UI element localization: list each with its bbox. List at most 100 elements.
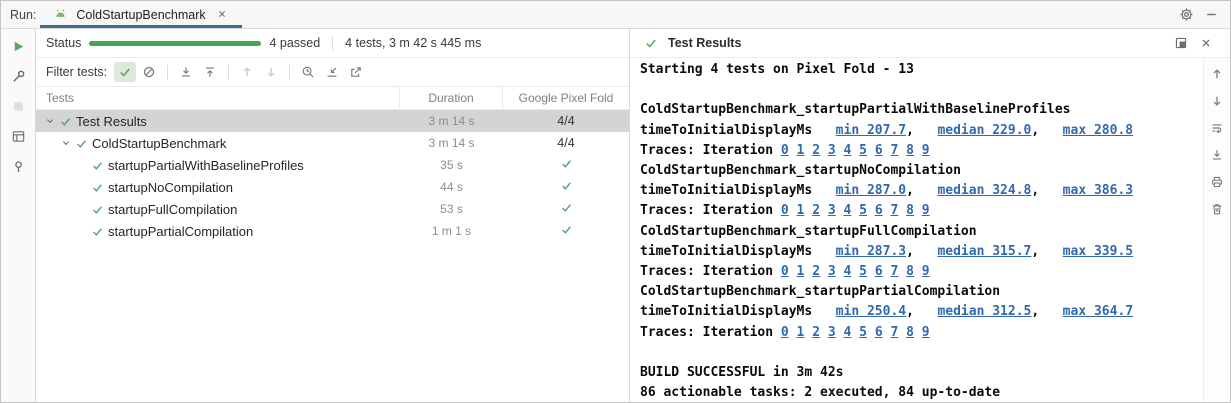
console-link[interactable]: 0 (781, 264, 789, 279)
test-name: startupPartialCompilation (108, 224, 253, 239)
console-link[interactable]: 2 (812, 203, 820, 218)
console-link[interactable]: 0 (781, 325, 789, 340)
test-tree-row[interactable]: startupFullCompilation 53 s (36, 198, 629, 220)
hide-icon[interactable] (1200, 5, 1222, 25)
console-text: Traces: Iteration (640, 203, 781, 218)
soft-wrap-icon[interactable] (1206, 118, 1228, 138)
console-link[interactable]: 9 (922, 143, 930, 158)
console-link[interactable]: 8 (906, 203, 914, 218)
console-link[interactable]: 0 (781, 203, 789, 218)
console-link[interactable]: 8 (906, 325, 914, 340)
pin-icon[interactable] (7, 156, 29, 176)
console-link[interactable]: 5 (859, 203, 867, 218)
scroll-up-icon[interactable] (1206, 64, 1228, 84)
console-link[interactable]: min 250.4 (836, 304, 906, 319)
console-link[interactable]: max 280.8 (1063, 123, 1133, 138)
console-link[interactable]: 9 (922, 325, 930, 340)
console-link[interactable]: median 312.5 (937, 304, 1031, 319)
status-bar: Status 4 passed 4 tests, 3 m 42 s 445 ms (36, 29, 629, 58)
rerun-icon[interactable] (7, 36, 29, 56)
console-link[interactable]: 8 (906, 143, 914, 158)
console-link[interactable]: 3 (828, 264, 836, 279)
test-duration: 44 s (400, 180, 503, 194)
console-link[interactable]: max 386.3 (1063, 183, 1133, 198)
test-tree-row[interactable]: ColdStartupBenchmark3 m 14 s4/4 (36, 132, 629, 154)
console-line (640, 343, 1203, 363)
console-link[interactable]: 6 (875, 264, 883, 279)
console-text (898, 203, 906, 218)
test-tree-row[interactable]: startupNoCompilation44 s (36, 176, 629, 198)
show-passed-icon[interactable] (114, 62, 136, 82)
console-status-slot (640, 33, 662, 53)
console-link[interactable]: min 287.3 (836, 244, 906, 259)
console-line: Traces: Iteration 0 1 2 3 4 5 6 7 8 9 (640, 262, 1203, 282)
console-link[interactable]: min 287.0 (836, 183, 906, 198)
console-link[interactable]: 3 (828, 143, 836, 158)
console-link[interactable]: 6 (875, 325, 883, 340)
test-tree-row[interactable]: Test Results3 m 14 s4/4 (36, 110, 629, 132)
export-results-icon[interactable] (345, 62, 367, 82)
test-tree-row[interactable]: startupPartialCompilation1 m 1 s (36, 220, 629, 242)
console-link[interactable]: 9 (922, 264, 930, 279)
console-output[interactable]: Starting 4 tests on Pixel Fold - 13 Cold… (630, 58, 1203, 402)
build-icon[interactable] (7, 66, 29, 86)
console-link[interactable]: max 364.7 (1063, 304, 1133, 319)
test-name-cell: startupPartialWithBaselineProfiles (36, 158, 400, 173)
console-text: Starting 4 tests on Pixel Fold - 13 (640, 62, 914, 77)
test-history-icon[interactable] (297, 62, 319, 82)
column-header-tests: Tests (36, 87, 400, 109)
console-link[interactable]: 5 (859, 143, 867, 158)
close-icon[interactable] (211, 4, 233, 24)
console-text (836, 203, 844, 218)
console-link[interactable]: 9 (922, 203, 930, 218)
console-link[interactable]: 2 (812, 325, 820, 340)
console-text: Traces: Iteration (640, 325, 781, 340)
console-link[interactable]: 8 (906, 264, 914, 279)
show-ignored-icon[interactable] (138, 62, 160, 82)
close-icon[interactable] (1195, 33, 1217, 53)
layout-icon[interactable] (7, 126, 29, 146)
tree-expand-toggle[interactable] (58, 137, 74, 149)
console-link[interactable]: 0 (781, 143, 789, 158)
console-link[interactable]: min 207.7 (836, 123, 906, 138)
device-passed-icon (560, 223, 573, 239)
console-link[interactable]: median 229.0 (937, 123, 1031, 138)
next-occurrence-icon (260, 62, 282, 82)
run-tab-bar: Run: ColdStartupBenchmark (1, 1, 1230, 29)
toolbar-separator (228, 65, 229, 80)
console-link[interactable]: 3 (828, 325, 836, 340)
test-tree-row[interactable]: startupPartialWithBaselineProfiles35 s (36, 154, 629, 176)
test-duration: 53 s (400, 202, 503, 216)
console-text (898, 325, 906, 340)
scroll-down-icon[interactable] (1206, 91, 1228, 111)
console-text (851, 325, 859, 340)
console-link[interactable]: 2 (812, 264, 820, 279)
console-link[interactable]: 6 (875, 203, 883, 218)
titlebar-spacer (242, 1, 1175, 28)
scroll-to-end-icon[interactable] (1206, 145, 1228, 165)
console-link[interactable]: 5 (859, 264, 867, 279)
console-link[interactable]: max 339.5 (1063, 244, 1133, 259)
console-link[interactable]: 3 (828, 203, 836, 218)
float-window-icon[interactable] (1170, 33, 1192, 53)
settings-gear-icon[interactable] (1175, 5, 1197, 25)
expand-all-icon[interactable] (175, 62, 197, 82)
console-link[interactable]: 6 (875, 143, 883, 158)
clear-console-icon[interactable] (1206, 199, 1228, 219)
tree-expand-toggle[interactable] (42, 115, 58, 127)
console-line: ColdStartupBenchmark_startupPartialCompi… (640, 282, 1203, 302)
console-link[interactable]: median 315.7 (937, 244, 1031, 259)
import-tests-icon[interactable] (321, 62, 343, 82)
test-name: startupFullCompilation (108, 202, 237, 217)
console-link[interactable]: 2 (812, 143, 820, 158)
console-link[interactable]: median 324.8 (937, 183, 1031, 198)
console-text: timeToInitialDisplayMs (640, 244, 836, 259)
column-header-duration: Duration (400, 87, 503, 109)
run-tab-coldstartupbenchmark[interactable]: ColdStartupBenchmark (40, 1, 241, 28)
console-link[interactable]: 5 (859, 325, 867, 340)
console-text (851, 264, 859, 279)
tab-close-slot (211, 4, 233, 25)
collapse-all-icon[interactable] (199, 62, 221, 82)
print-icon[interactable] (1206, 172, 1228, 192)
test-name-cell: startupPartialCompilation (36, 224, 400, 239)
